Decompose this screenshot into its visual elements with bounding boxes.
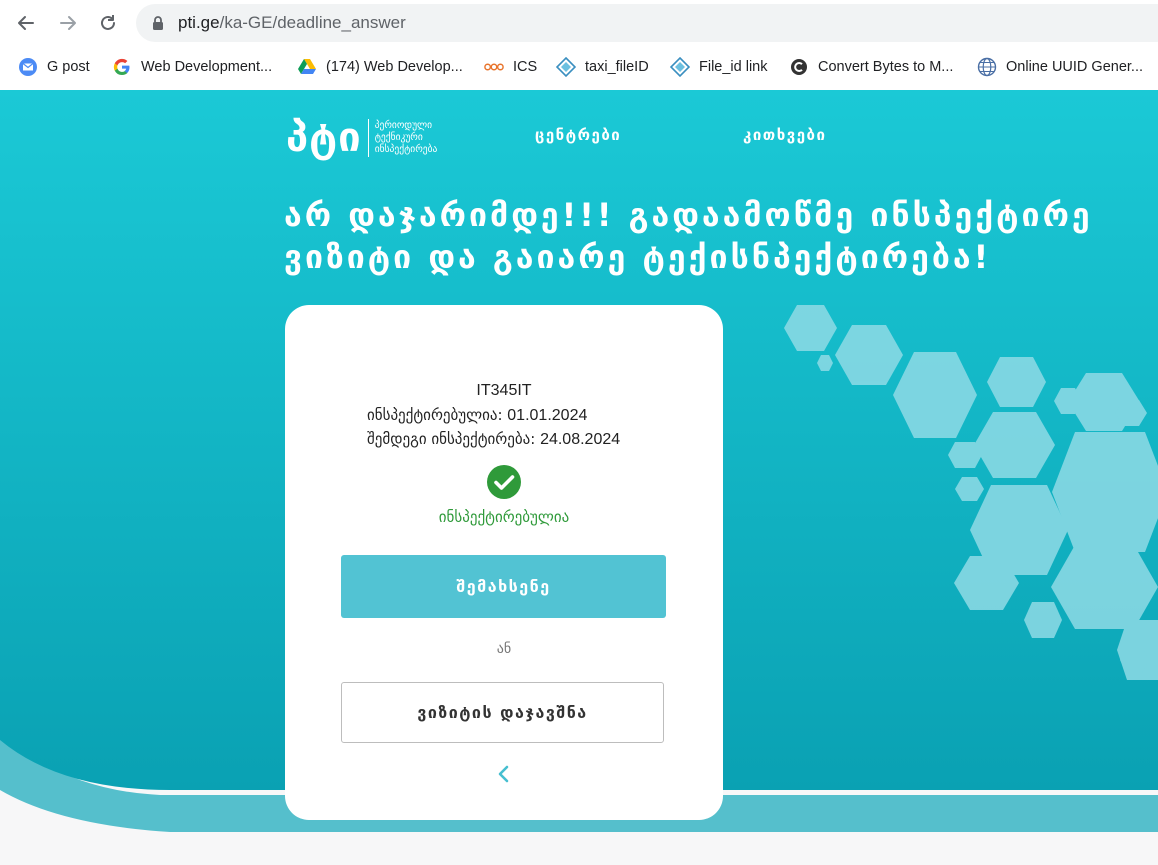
address-bar[interactable]: pti.ge/ka-GE/deadline_answer	[136, 4, 1158, 42]
inspected-label: ინსპექტირებულია:	[367, 406, 503, 424]
logo-tagline: პერიოდული ტექნიკური ინსპექტირება	[375, 120, 438, 156]
next-inspection-date: 24.08.2024	[540, 431, 621, 448]
inspected-date: 01.01.2024	[507, 407, 588, 424]
url-path: /ka-GE/deadline_answer	[219, 13, 406, 32]
remind-me-button[interactable]: შემახსენე	[341, 555, 666, 618]
bookmark-taxi-fileid[interactable]: taxi_fileID	[556, 56, 649, 78]
plate-number: IT345IT	[476, 382, 532, 399]
bookmark-ics[interactable]: ICS	[484, 56, 537, 78]
nav-questions[interactable]: კითხვები	[743, 126, 826, 144]
book-visit-button[interactable]: ვიზიტის დაჯავშნა	[341, 682, 664, 743]
logo-mark: პტი	[286, 115, 362, 161]
bookmark-online-uuid[interactable]: Online UUID Gener...	[977, 56, 1143, 78]
reload-icon[interactable]	[96, 11, 120, 35]
logo-line: ინსპექტირება	[374, 144, 438, 155]
or-divider-text: ან	[496, 641, 512, 657]
headline-line-2: ვიზიტი და გაიარე ტექისნპექტირება!	[284, 238, 992, 276]
bookmark-label: Convert Bytes to M...	[818, 59, 954, 75]
google-drive-icon	[297, 57, 317, 77]
bookmark-file-id-link[interactable]: File_id link	[670, 56, 768, 78]
url-text: pti.ge/ka-GE/deadline_answer	[178, 4, 406, 42]
address-row: pti.ge/ka-GE/deadline_answer	[0, 0, 1158, 46]
diamond-icon	[556, 57, 576, 77]
inspection-result-card: IT345IT ინსპექტირებულია: 01.01.2024 შემდ…	[285, 305, 723, 820]
bookmark-label: Online UUID Gener...	[1006, 59, 1143, 75]
nav-centers[interactable]: ცენტრები	[535, 126, 621, 144]
browser-chrome: pti.ge/ka-GE/deadline_answer G post Web …	[0, 0, 1158, 90]
bookmark-gpost[interactable]: G post	[18, 56, 90, 78]
bookmark-convert-bytes[interactable]: Convert Bytes to M...	[789, 56, 953, 78]
bookmark-label: Web Development...	[141, 59, 273, 75]
bookmark-web-development[interactable]: Web Development...	[112, 56, 272, 78]
convert-icon	[789, 57, 809, 77]
forward-arrow-icon[interactable]	[56, 11, 80, 35]
logo-line: ტექნიკური	[374, 132, 423, 143]
bookmark-label: (174) Web Develop...	[326, 59, 463, 75]
url-host: pti.ge	[178, 13, 220, 32]
chevron-left-icon[interactable]	[493, 763, 515, 785]
page-headline: არ დაჯარიმდე!!! გადაამოწმე ინსპექტირე ვი…	[284, 194, 1158, 278]
bookmarks-bar: G post Web Development... (174) Web Deve…	[0, 50, 1158, 84]
site-logo[interactable]: პტი პერიოდული ტექნიკური ინსპექტირება	[286, 116, 437, 160]
diamond-icon	[670, 57, 690, 77]
next-inspection-label: შემდეგი ინსპექტირება:	[367, 430, 536, 448]
headline-line-1: არ დაჯარიმდე!!! გადაამოწმე ინსპექტირე	[284, 196, 1093, 234]
google-icon	[112, 57, 132, 77]
next-inspection-line: შემდეგი ინსპექტირება: 24.08.2024	[367, 430, 620, 449]
globe-icon	[977, 57, 997, 77]
status-badge: ინსპექტირებულია	[438, 508, 570, 526]
logo-line: პერიოდული	[374, 120, 433, 131]
logo-divider	[367, 119, 369, 157]
mail-icon	[18, 57, 38, 77]
bookmark-label: taxi_fileID	[585, 59, 649, 75]
check-circle-icon	[487, 465, 521, 499]
bookmark-label: G post	[47, 59, 90, 75]
bookmark-web-develop-174[interactable]: (174) Web Develop...	[297, 56, 463, 78]
inspected-date-line: ინსპექტირებულია: 01.01.2024	[367, 406, 587, 425]
lock-icon	[153, 16, 163, 30]
ics-icon	[484, 57, 504, 77]
bookmark-label: ICS	[513, 59, 538, 75]
hero-section: პტი პერიოდული ტექნიკური ინსპექტირება ცენ…	[0, 90, 1158, 865]
back-arrow-icon[interactable]	[14, 11, 38, 35]
bookmark-label: File_id link	[699, 59, 768, 75]
